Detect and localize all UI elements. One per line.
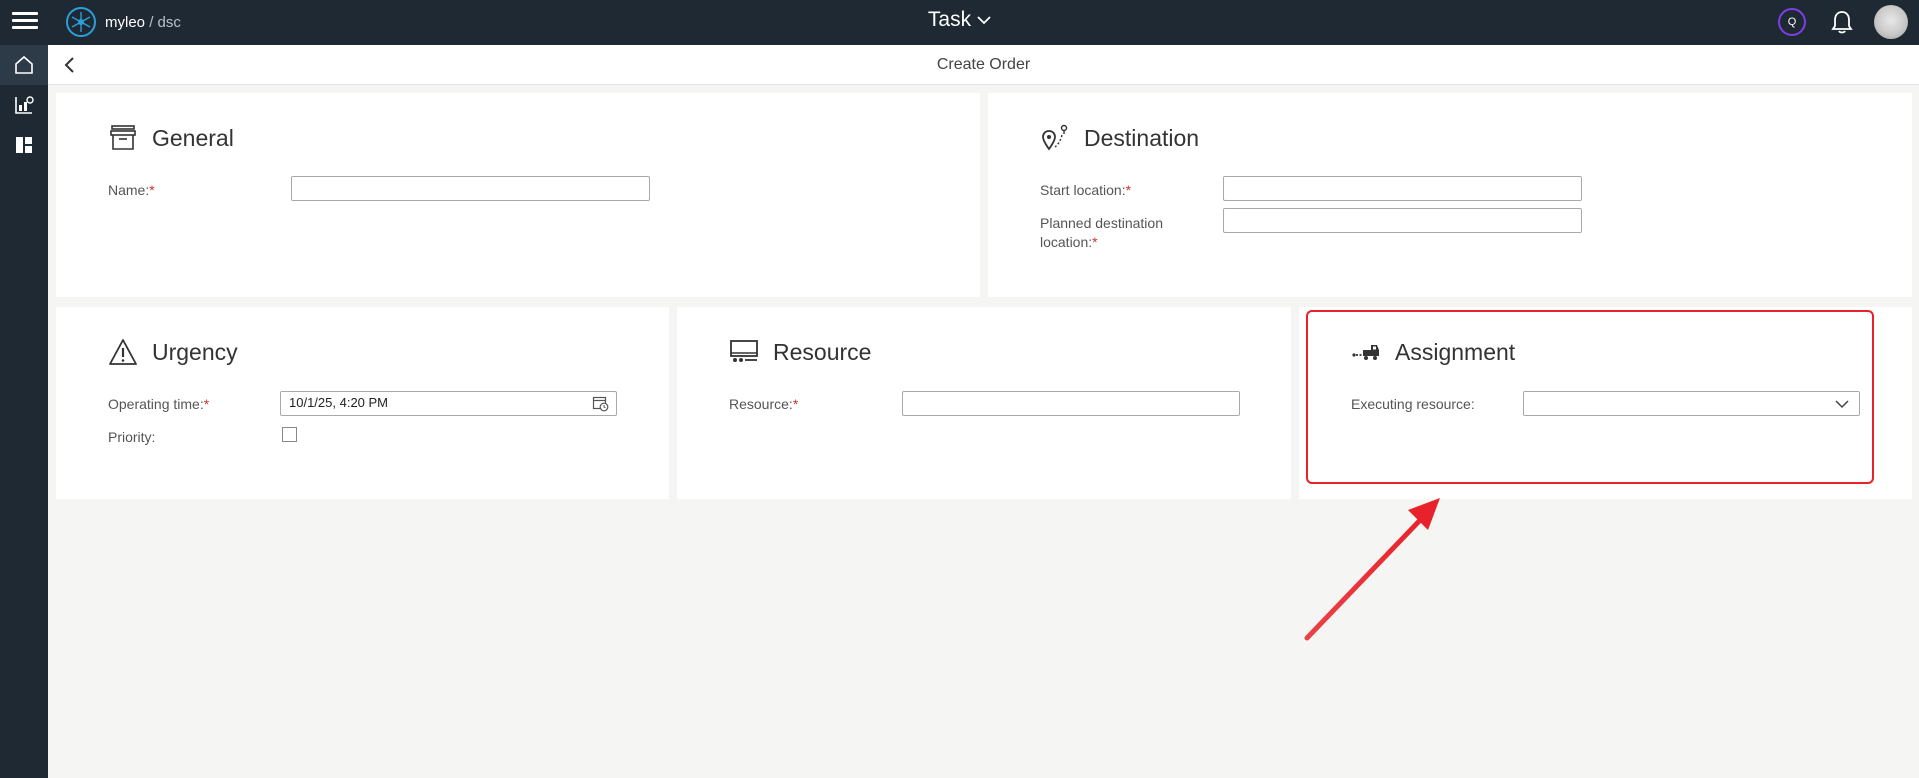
executing-resource-dropdown[interactable] (1523, 391, 1860, 416)
urgency-title: Urgency (152, 338, 238, 365)
general-title: General (152, 124, 234, 151)
executing-resource-label: Executing resource: (1351, 396, 1475, 412)
required-marker: * (203, 396, 210, 412)
q-badge-button[interactable]: Q (1778, 8, 1806, 36)
avatar[interactable] (1874, 5, 1908, 39)
start-location-row: Start location:* (1040, 182, 1131, 198)
planned-destination-input[interactable] (1223, 208, 1582, 233)
logo-text: myleo / dsc (105, 14, 181, 31)
priority-row: Priority: (108, 429, 155, 445)
app-title-area: Task (0, 8, 1919, 32)
planned-destination-row: Planned destination location:* (1040, 214, 1163, 252)
left-nav-rail (0, 45, 48, 778)
resource-title: Resource (773, 338, 872, 365)
name-label-row: Name:* (108, 182, 155, 198)
dashboard-icon (16, 137, 32, 153)
general-card: General Name:* (56, 93, 980, 297)
logo-product: dsc (157, 13, 181, 31)
monitor-icon (730, 340, 758, 362)
planned-destination-label-line1: Planned destination (1040, 215, 1163, 231)
executing-resource-row: Executing resource: (1351, 396, 1475, 412)
home-icon (15, 55, 33, 74)
app-switcher[interactable]: Task (928, 8, 991, 32)
resource-card: Resource Resource:* (677, 307, 1291, 499)
name-input[interactable] (291, 176, 650, 201)
route-pin-icon (1042, 124, 1068, 151)
chevron-down-icon (977, 16, 991, 25)
assignment-header: Assignment (1351, 337, 1515, 367)
resource-input[interactable] (902, 391, 1240, 416)
destination-header: Destination (1040, 123, 1199, 153)
annotation-arrow (1304, 498, 1440, 641)
calendar-icon[interactable] (592, 395, 609, 412)
start-location-label: Start location: (1040, 182, 1126, 198)
operating-time-row: Operating time:* (108, 396, 209, 412)
nav-analytics[interactable] (0, 85, 48, 125)
chart-icon (15, 96, 34, 114)
name-label: Name: (108, 182, 150, 198)
urgency-card: Urgency Operating time:* 10/1/25, 4:20 P… (56, 307, 669, 499)
q-badge-label: Q (1787, 16, 1797, 28)
logo-separator: / (149, 13, 154, 31)
planned-destination-label-line2: location: (1040, 234, 1093, 250)
menu-icon[interactable] (12, 9, 38, 35)
app-logo[interactable]: myleo / dsc (65, 5, 181, 39)
required-marker: * (1125, 182, 1132, 198)
general-header: General (108, 123, 234, 153)
bell-icon[interactable] (1829, 9, 1855, 35)
top-bar: myleo / dsc Task Q (0, 0, 1919, 45)
priority-label: Priority: (108, 429, 156, 445)
required-marker: * (149, 182, 155, 198)
destination-card: Destination Start location:* Planned des… (988, 93, 1912, 297)
urgency-header: Urgency (108, 337, 238, 367)
resource-header: Resource (729, 337, 871, 367)
resource-row: Resource:* (729, 396, 798, 412)
operating-time-value: 10/1/25, 4:20 PM (289, 395, 389, 410)
nav-dashboard[interactable] (0, 125, 48, 165)
archive-box-icon (110, 125, 136, 150)
page-header: Create Order (48, 45, 1919, 85)
app-title: Task (927, 8, 972, 31)
logo-brand: myleo (105, 13, 146, 31)
warning-icon (109, 339, 137, 365)
nav-home[interactable] (0, 45, 48, 85)
assignment-card: Assignment Executing resource: (1299, 307, 1912, 499)
required-marker: * (1092, 234, 1098, 250)
start-location-input[interactable] (1223, 176, 1582, 201)
resource-label: Resource: (729, 396, 793, 412)
truck-icon (1352, 345, 1379, 360)
logo-icon (66, 7, 96, 37)
priority-checkbox[interactable] (282, 427, 297, 442)
page-title: Create Order (936, 56, 1031, 73)
dropdown-chevron-icon (1835, 400, 1849, 409)
operating-time-field[interactable]: 10/1/25, 4:20 PM (280, 391, 617, 416)
destination-title: Destination (1084, 124, 1200, 151)
assignment-title: Assignment (1395, 338, 1516, 365)
operating-time-label: Operating time: (108, 396, 204, 412)
required-marker: * (792, 396, 799, 412)
